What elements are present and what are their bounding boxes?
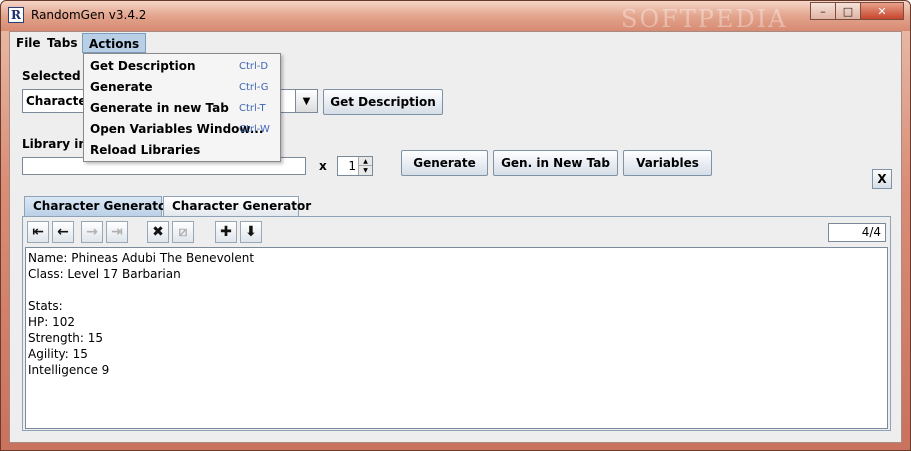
gen-new-tab-button[interactable]: Gen. in New Tab xyxy=(493,150,618,176)
window-title: RandomGen v3.4.2 xyxy=(31,8,147,22)
tab-panel: ⇤ ← → ⇥ ✖ ⧄ ✚ ⬇ 4/4 Name: Phineas Adubi … xyxy=(22,216,891,431)
menu-actions[interactable]: Actions xyxy=(82,33,147,53)
menu-item-accelerator: Ctrl-W xyxy=(239,124,270,135)
maximize-button[interactable]: □ xyxy=(835,2,861,20)
chevron-down-icon[interactable]: ▼ xyxy=(295,90,317,112)
first-icon[interactable]: ⇤ xyxy=(27,221,49,243)
output-text-area[interactable]: Name: Phineas Adubi The Benevolent Class… xyxy=(25,247,888,429)
menu-item-accelerator: Ctrl-D xyxy=(239,61,269,72)
menu-item-generate[interactable]: Generate Ctrl-G xyxy=(85,77,279,98)
menu-item-get-description[interactable]: Get Description Ctrl-D xyxy=(85,56,279,77)
actions-menu: Get Description Ctrl-D Generate Ctrl-G G… xyxy=(83,53,281,162)
count-value: 1 xyxy=(348,159,356,173)
add-icon[interactable]: ✚ xyxy=(215,221,237,243)
menu-item-generate-new-tab[interactable]: Generate in new Tab Ctrl-T xyxy=(85,98,279,119)
delete-icon[interactable]: ✖ xyxy=(147,221,169,243)
app-logo-icon: R xyxy=(8,7,24,23)
app-window: R RandomGen v3.4.2 SOFTPEDIA – □ ✕ File … xyxy=(0,0,911,451)
last-icon[interactable]: ⇥ xyxy=(106,221,128,243)
menu-bar: File Tabs Actions xyxy=(10,32,901,53)
close-window-button[interactable]: ✕ xyxy=(860,2,904,20)
menu-item-label: Generate in new Tab xyxy=(90,101,229,115)
menu-item-reload-libraries[interactable]: Reload Libraries xyxy=(85,140,279,161)
menu-item-label: Open Variables Window... xyxy=(90,122,264,136)
save-icon[interactable]: ⬇ xyxy=(240,221,262,243)
menu-item-accelerator: Ctrl-G xyxy=(239,82,269,93)
previous-icon[interactable]: ← xyxy=(52,221,74,243)
watermark: SOFTPEDIA xyxy=(621,5,788,33)
times-label: x xyxy=(319,159,327,173)
delete-all-icon[interactable]: ⧄ xyxy=(172,221,194,243)
generate-button[interactable]: Generate xyxy=(401,150,488,176)
menu-item-label: Generate xyxy=(90,80,153,94)
next-icon[interactable]: → xyxy=(81,221,103,243)
result-counter[interactable]: 4/4 xyxy=(828,223,886,242)
minimize-button[interactable]: – xyxy=(810,2,836,20)
get-description-button[interactable]: Get Description xyxy=(323,89,443,115)
client-area: File Tabs Actions Selected L Character ▼… xyxy=(9,31,902,443)
menu-item-label: Get Description xyxy=(90,59,196,73)
count-spinner[interactable]: 1 ▲ ▼ xyxy=(337,156,373,176)
menu-item-label: Reload Libraries xyxy=(90,143,201,157)
menu-item-open-variables[interactable]: Open Variables Window... Ctrl-W xyxy=(85,119,279,140)
tab-character-generator-1[interactable]: Character Generator xyxy=(24,196,172,217)
menu-tabs[interactable]: Tabs xyxy=(41,33,83,53)
title-bar[interactable]: R RandomGen v3.4.2 SOFTPEDIA – □ ✕ xyxy=(1,1,910,33)
menu-item-accelerator: Ctrl-T xyxy=(239,103,266,114)
spin-up-icon[interactable]: ▲ xyxy=(358,157,372,166)
selected-library-label: Selected L xyxy=(22,69,93,83)
close-tab-button[interactable]: X xyxy=(872,169,892,189)
spin-down-icon[interactable]: ▼ xyxy=(358,166,372,175)
variables-button[interactable]: Variables xyxy=(623,150,712,176)
tab-character-generator-2[interactable]: Character Generator xyxy=(163,196,311,216)
